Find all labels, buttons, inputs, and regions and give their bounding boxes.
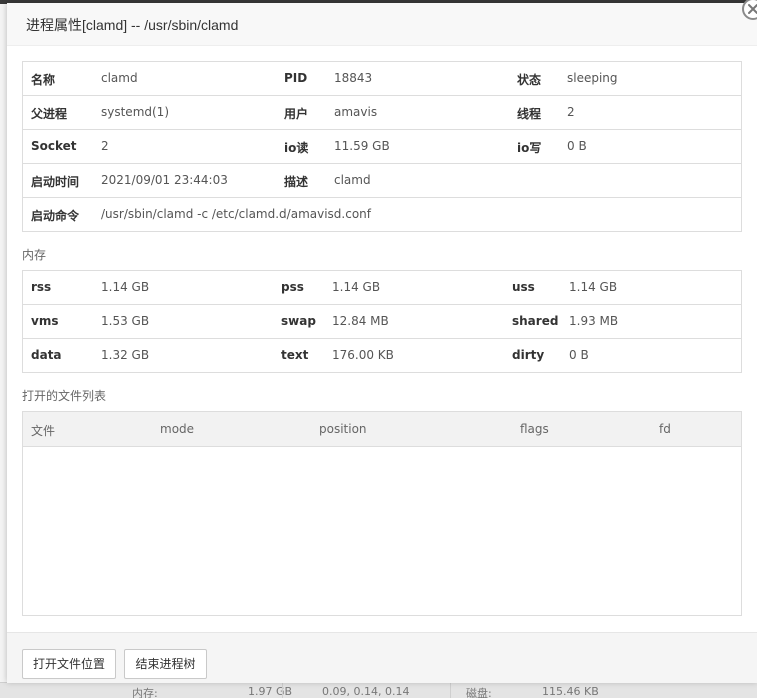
memory-value: 1.14 GB	[101, 280, 150, 294]
memory-value: 12.84 MB	[332, 314, 389, 328]
info-row: Socket 2 io读 11.59 GB io写 0 B	[23, 130, 741, 164]
info-label: 名称	[31, 73, 56, 87]
memory-label: rss	[31, 280, 52, 294]
column-header-file: 文件	[31, 424, 56, 438]
info-value: sleeping	[567, 71, 618, 85]
info-row: 启动时间 2021/09/01 23:44:03 描述 clamd	[23, 164, 741, 198]
memory-value: 1.14 GB	[569, 280, 618, 294]
open-files-table-header: 文件 mode position flags fd	[23, 412, 741, 447]
open-files-table: 文件 mode position flags fd	[22, 411, 742, 616]
dialog-footer: 打开文件位置 结束进程树	[7, 632, 757, 683]
memory-label: pss	[281, 280, 304, 294]
info-value: systemd(1)	[101, 105, 169, 119]
bg-disk-value: 115.46 KB	[542, 685, 599, 698]
info-value: 2	[101, 139, 109, 153]
memory-value: 176.00 KB	[332, 348, 394, 362]
memory-value: 1.32 GB	[101, 348, 150, 362]
info-label: 用户	[284, 107, 309, 121]
memory-value: 1.53 GB	[101, 314, 150, 328]
memory-label: uss	[512, 280, 535, 294]
column-header-mode: mode	[160, 422, 195, 436]
memory-row: data 1.32 GB text 176.00 KB dirty 0 B	[23, 339, 741, 372]
info-label: 描述	[284, 175, 309, 189]
info-label: PID	[284, 71, 308, 85]
background-status-strip: 内存: 1.97 GB 0.09, 0.14, 0.14 磁盘: 115.46 …	[0, 682, 757, 698]
info-value: clamd	[334, 173, 371, 187]
info-label: io读	[284, 141, 309, 155]
info-value: /usr/sbin/clamd -c /etc/clamd.d/amavisd.…	[101, 207, 371, 221]
info-label: io写	[517, 141, 542, 155]
column-header-flags: flags	[520, 422, 549, 436]
memory-label: swap	[281, 314, 316, 328]
memory-label: vms	[31, 314, 59, 328]
memory-label: shared	[512, 314, 559, 328]
memory-label: text	[281, 348, 309, 362]
info-row: 父进程 systemd(1) 用户 amavis 线程 2	[23, 96, 741, 130]
memory-value: 0 B	[569, 348, 589, 362]
memory-label: dirty	[512, 348, 545, 362]
open-files-section-title: 打开的文件列表	[22, 389, 107, 403]
memory-row: vms 1.53 GB swap 12.84 MB shared 1.93 MB	[23, 305, 741, 339]
memory-section-title: 内存	[22, 248, 47, 262]
close-icon	[748, 4, 757, 14]
bg-disk-label: 磁盘:	[466, 687, 492, 698]
bg-memory-label: 内存:	[132, 687, 158, 698]
info-value: 2	[567, 105, 575, 119]
info-label: 线程	[517, 107, 542, 121]
info-label: Socket	[31, 139, 77, 153]
kill-process-tree-button[interactable]: 结束进程树	[124, 649, 207, 679]
info-value: 18843	[334, 71, 373, 85]
info-label: 启动命令	[31, 209, 80, 223]
info-value: 0 B	[567, 139, 587, 153]
dialog-title-bar: 进程属性[clamd] -- /usr/sbin/clamd	[7, 3, 757, 46]
process-info-table: 名称 clamd PID 18843 状态 sleeping 父进程 syste…	[22, 61, 742, 232]
info-value: 2021/09/01 23:44:03	[101, 173, 228, 187]
info-label: 启动时间	[31, 175, 80, 189]
column-header-fd: fd	[659, 422, 671, 436]
memory-row: rss 1.14 GB pss 1.14 GB uss 1.14 GB	[23, 271, 741, 305]
info-value: 11.59 GB	[334, 139, 390, 153]
open-file-location-button[interactable]: 打开文件位置	[22, 649, 116, 679]
process-properties-dialog: 进程属性[clamd] -- /usr/sbin/clamd 名称 clamd …	[7, 0, 757, 683]
info-label: 状态	[517, 73, 542, 87]
bg-memory-value: 1.97 GB	[248, 685, 293, 698]
info-value: amavis	[334, 105, 378, 119]
info-row: 名称 clamd PID 18843 状态 sleeping	[23, 62, 741, 96]
info-label: 父进程	[31, 107, 68, 121]
info-row: 启动命令 /usr/sbin/clamd -c /etc/clamd.d/ama…	[23, 198, 741, 231]
bg-load-value: 0.09, 0.14, 0.14	[322, 685, 410, 698]
memory-value: 1.93 MB	[569, 314, 619, 328]
info-value: clamd	[101, 71, 138, 85]
dialog-title: 进程属性[clamd] -- /usr/sbin/clamd	[26, 17, 239, 33]
column-header-position: position	[319, 422, 367, 436]
memory-label: data	[31, 348, 62, 362]
memory-value: 1.14 GB	[332, 280, 381, 294]
memory-table: rss 1.14 GB pss 1.14 GB uss 1.14 GB vms …	[22, 270, 742, 373]
